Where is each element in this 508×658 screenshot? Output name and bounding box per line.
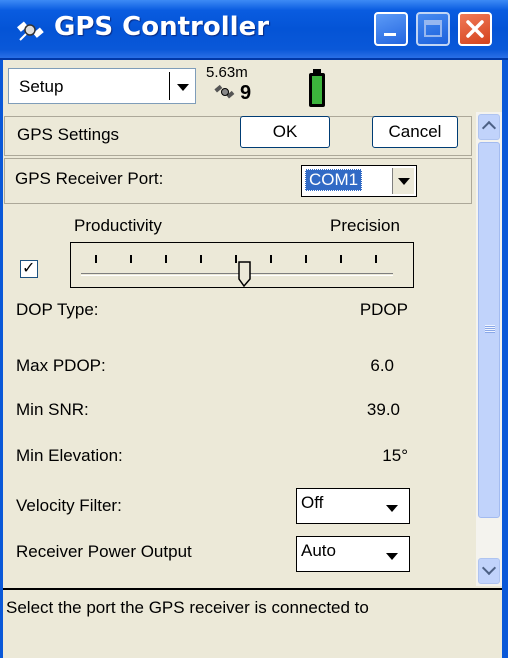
slider-tick — [165, 255, 167, 263]
slider-tick — [200, 255, 202, 263]
scroll-down-button[interactable] — [478, 558, 500, 584]
min-elevation-label: Min Elevation: — [16, 446, 123, 465]
productivity-label: Productivity — [74, 216, 162, 235]
status-bar: Select the port the GPS receiver is conn… — [0, 588, 502, 658]
minimize-button[interactable] — [374, 12, 408, 46]
gps-settings-panel: GPS Settings OK Cancel GPS Receiver Port… — [0, 112, 476, 586]
receiver-port-row: GPS Receiver Port: COM1 — [4, 158, 472, 204]
minimize-icon — [384, 33, 396, 36]
min-snr-label: Min SNR: — [16, 400, 89, 419]
enable-slider-checkbox[interactable] — [20, 258, 38, 278]
close-icon — [466, 20, 484, 38]
slider-track — [81, 273, 393, 276]
velocity-filter-label: Velocity Filter: — [16, 496, 122, 515]
setup-menu-dropdown[interactable]: Setup — [8, 68, 196, 104]
battery-icon[interactable] — [308, 68, 326, 108]
window-title: GPS Controller — [54, 12, 270, 42]
status-message: Select the port the GPS receiver is conn… — [6, 598, 369, 617]
velocity-filter-value: Off — [301, 493, 324, 512]
window-border-right — [502, 60, 508, 658]
productivity-precision-slider[interactable] — [70, 242, 414, 288]
satellite-count: 9 — [240, 82, 252, 104]
min-elevation-value: 15° — [382, 446, 408, 465]
receiver-power-label: Receiver Power Output — [16, 542, 192, 561]
slider-tick — [235, 255, 237, 263]
dop-type-label: DOP Type: — [16, 300, 99, 319]
satellite-icon — [214, 84, 235, 99]
slider-tick — [305, 255, 307, 263]
min-snr-value: 39.0 — [366, 400, 400, 419]
precision-label: Precision — [330, 216, 400, 235]
slider-tick — [95, 255, 97, 263]
maximize-button[interactable] — [416, 12, 450, 46]
panel-title: GPS Settings — [17, 125, 120, 144]
close-button[interactable] — [458, 12, 492, 46]
scrollbar-grip-icon — [485, 325, 495, 333]
scrollbar-thumb[interactable] — [478, 142, 500, 518]
menu-bar: Setup 5.63m 9 — [0, 60, 508, 112]
dop-type-value: PDOP — [359, 300, 408, 319]
scroll-up-button[interactable] — [478, 114, 500, 140]
slider-tick — [340, 255, 342, 263]
chevron-down-icon[interactable] — [381, 495, 403, 521]
slider-thumb[interactable] — [238, 261, 258, 287]
chevron-down-icon — [177, 84, 189, 91]
chevron-down-icon[interactable] — [381, 543, 403, 569]
receiver-port-select[interactable]: COM1 — [301, 165, 417, 197]
window-border-left — [0, 60, 3, 658]
ok-button[interactable]: OK — [240, 116, 330, 148]
slider-tick — [130, 255, 132, 263]
slider-tick — [270, 255, 272, 263]
title-bar[interactable]: GPS Controller — [0, 0, 508, 60]
dropdown-divider — [169, 72, 170, 100]
chevron-down-icon[interactable] — [392, 168, 414, 194]
satellite-app-icon — [17, 21, 44, 41]
cancel-button[interactable]: Cancel — [372, 116, 458, 148]
setup-menu-label: Setup — [19, 77, 64, 96]
slider-tick — [375, 255, 377, 263]
max-pdop-label: Max PDOP: — [16, 356, 106, 375]
receiver-port-value: COM1 — [305, 169, 363, 191]
velocity-filter-select[interactable]: Off — [296, 488, 410, 524]
max-pdop-value: 6.0 — [370, 356, 394, 375]
maximize-icon — [424, 20, 442, 37]
receiver-power-value: Auto — [301, 541, 336, 560]
vertical-scrollbar[interactable] — [476, 112, 502, 586]
gps-accuracy: 5.63m — [206, 64, 248, 81]
receiver-power-select[interactable]: Auto — [296, 536, 410, 572]
receiver-port-label: GPS Receiver Port: — [15, 169, 164, 188]
